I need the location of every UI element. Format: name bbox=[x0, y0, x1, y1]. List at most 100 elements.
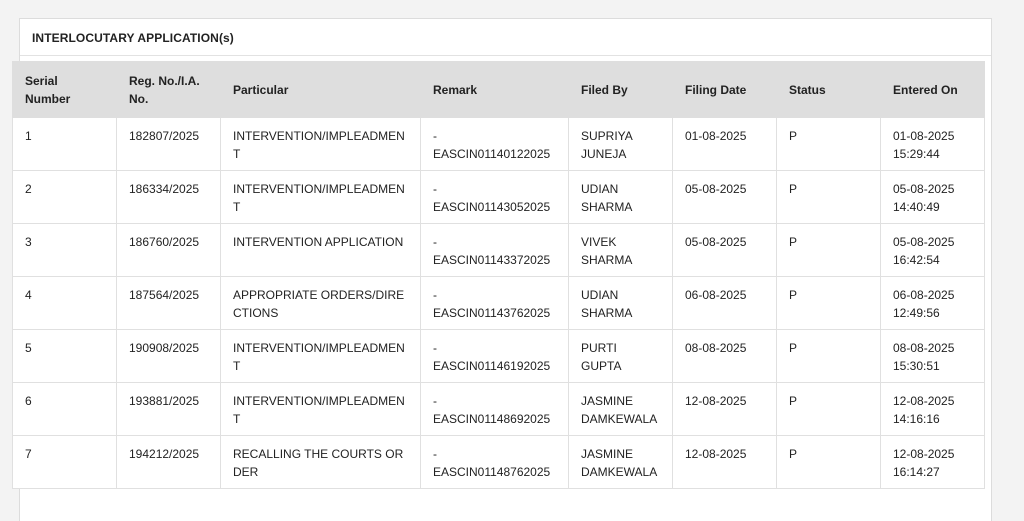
table-row: 5 190908/2025 INTERVENTION/IMPLEADMENT - EAS… bbox=[12, 329, 985, 383]
filing-date: 12-08-2025 bbox=[685, 394, 747, 408]
remark-code: EASCIN01143372025 bbox=[433, 253, 551, 267]
entered-time: 12:49:56 bbox=[893, 306, 940, 320]
filing-date: 01-08-2025 bbox=[685, 129, 747, 143]
cell-particular: INTERVENTION/IMPLEADMENT bbox=[220, 329, 421, 383]
remark-code: EASCIN01143052025 bbox=[433, 200, 551, 214]
cell-reg-no: 190908/2025 bbox=[116, 329, 221, 383]
cell-entered-on: 08-08-2025 15:30:51 bbox=[880, 329, 985, 383]
cell-status: P bbox=[776, 435, 881, 489]
table-header-row: Serial Number Reg. No./I.A. No. Particul… bbox=[12, 61, 985, 118]
cell-reg-no: 186760/2025 bbox=[116, 223, 221, 277]
header-serial-number: Serial Number bbox=[12, 61, 117, 118]
remark-dash: - bbox=[433, 235, 437, 249]
filing-date: 12-08-2025 bbox=[685, 447, 747, 461]
cell-remark: - EASCIN01148762025 bbox=[420, 435, 569, 489]
filed-by: UDIAN SHARMA bbox=[581, 288, 633, 320]
entered-date: 12-08-2025 bbox=[893, 447, 955, 461]
cell-filed-by: UDIAN SHARMA bbox=[568, 170, 673, 224]
cell-entered-on: 12-08-2025 16:14:27 bbox=[880, 435, 985, 489]
cell-filing-date: 08-08-2025 bbox=[672, 329, 777, 383]
entered-time: 14:40:49 bbox=[893, 200, 940, 214]
filed-by: JASMINE DAMKEWALA bbox=[581, 394, 658, 426]
cell-serial-number: 3 bbox=[12, 223, 117, 277]
cell-serial-number: 2 bbox=[12, 170, 117, 224]
cell-filing-date: 06-08-2025 bbox=[672, 276, 777, 330]
filed-by: JASMINE DAMKEWALA bbox=[581, 447, 658, 479]
section-title: INTERLOCUTARY APPLICATION(s) bbox=[20, 19, 991, 56]
reg-no: 186760/2025 bbox=[129, 235, 200, 249]
status: P bbox=[789, 447, 798, 461]
status: P bbox=[789, 129, 798, 143]
entered-time: 15:29:44 bbox=[893, 147, 940, 161]
filed-by: VIVEK SHARMA bbox=[581, 235, 633, 267]
table-row: 6 193881/2025 INTERVENTION/IMPLEADMENT - EAS… bbox=[12, 382, 985, 436]
remark-code: EASCIN01140122025 bbox=[433, 147, 551, 161]
serial-number: 3 bbox=[25, 235, 32, 249]
entered-time: 14:16:16 bbox=[893, 412, 940, 426]
cell-reg-no: 186334/2025 bbox=[116, 170, 221, 224]
entered-time: 16:42:54 bbox=[893, 253, 940, 267]
cell-status: P bbox=[776, 276, 881, 330]
remark-dash: - bbox=[433, 129, 437, 143]
filed-by: UDIAN SHARMA bbox=[581, 182, 633, 214]
particular: RECALLING THE COURTS ORDER bbox=[233, 447, 404, 479]
entered-date: 05-08-2025 bbox=[893, 235, 955, 249]
entered-date: 01-08-2025 bbox=[893, 129, 955, 143]
status: P bbox=[789, 182, 798, 196]
cell-remark: - EASCIN01148692025 bbox=[420, 382, 569, 436]
cell-filing-date: 05-08-2025 bbox=[672, 223, 777, 277]
remark-code: EASCIN01146192025 bbox=[433, 359, 551, 373]
cell-filed-by: SUPRIYA JUNEJA bbox=[568, 117, 673, 171]
particular: INTERVENTION/IMPLEADMENT bbox=[233, 341, 405, 373]
particular: INTERVENTION/IMPLEADMENT bbox=[233, 394, 405, 426]
table-row: 3 186760/2025 INTERVENTION APPLICATION - EAS… bbox=[12, 223, 985, 277]
reg-no: 194212/2025 bbox=[129, 447, 200, 461]
remark-code: EASCIN01143762025 bbox=[433, 306, 551, 320]
cell-status: P bbox=[776, 329, 881, 383]
cell-remark: - EASCIN01143372025 bbox=[420, 223, 569, 277]
cell-particular: INTERVENTION APPLICATION bbox=[220, 223, 421, 277]
remark-code: EASCIN01148692025 bbox=[433, 412, 551, 426]
cell-entered-on: 05-08-2025 14:40:49 bbox=[880, 170, 985, 224]
cell-particular: INTERVENTION/IMPLEADMENT bbox=[220, 170, 421, 224]
cell-serial-number: 7 bbox=[12, 435, 117, 489]
ia-table-container: Serial Number Reg. No./I.A. No. Particul… bbox=[12, 61, 985, 489]
cell-remark: - EASCIN01140122025 bbox=[420, 117, 569, 171]
cell-filing-date: 01-08-2025 bbox=[672, 117, 777, 171]
cell-filed-by: VIVEK SHARMA bbox=[568, 223, 673, 277]
serial-number: 1 bbox=[25, 129, 32, 143]
cell-remark: - EASCIN01143052025 bbox=[420, 170, 569, 224]
reg-no: 186334/2025 bbox=[129, 182, 200, 196]
entered-time: 15:30:51 bbox=[893, 359, 940, 373]
table-body: 1 182807/2025 INTERVENTION/IMPLEADMENT - EAS… bbox=[12, 117, 985, 489]
filed-by: PURTI GUPTA bbox=[581, 341, 622, 373]
cell-entered-on: 05-08-2025 16:42:54 bbox=[880, 223, 985, 277]
entered-date: 06-08-2025 bbox=[893, 288, 955, 302]
remark-dash: - bbox=[433, 288, 437, 302]
cell-filed-by: PURTI GUPTA bbox=[568, 329, 673, 383]
cell-particular: INTERVENTION/IMPLEADMENT bbox=[220, 117, 421, 171]
serial-number: 5 bbox=[25, 341, 32, 355]
particular: INTERVENTION/IMPLEADMENT bbox=[233, 182, 405, 214]
cell-serial-number: 6 bbox=[12, 382, 117, 436]
header-status: Status bbox=[776, 61, 881, 118]
ia-table: Serial Number Reg. No./I.A. No. Particul… bbox=[12, 61, 985, 489]
header-particular: Particular bbox=[220, 61, 421, 118]
entered-date: 05-08-2025 bbox=[893, 182, 955, 196]
cell-remark: - EASCIN01143762025 bbox=[420, 276, 569, 330]
cell-reg-no: 193881/2025 bbox=[116, 382, 221, 436]
filing-date: 08-08-2025 bbox=[685, 341, 747, 355]
filing-date: 05-08-2025 bbox=[685, 182, 747, 196]
header-filing-date: Filing Date bbox=[672, 61, 777, 118]
filed-by: SUPRIYA JUNEJA bbox=[581, 129, 633, 161]
cell-remark: - EASCIN01146192025 bbox=[420, 329, 569, 383]
table-row: 4 187564/2025 APPROPRIATE ORDERS/DIRECTION… bbox=[12, 276, 985, 330]
cell-reg-no: 182807/2025 bbox=[116, 117, 221, 171]
header-reg-no: Reg. No./I.A. No. bbox=[116, 61, 221, 118]
cell-filing-date: 12-08-2025 bbox=[672, 382, 777, 436]
serial-number: 4 bbox=[25, 288, 32, 302]
cell-particular: APPROPRIATE ORDERS/DIRECTIONS bbox=[220, 276, 421, 330]
cell-serial-number: 5 bbox=[12, 329, 117, 383]
remark-dash: - bbox=[433, 394, 437, 408]
entered-time: 16:14:27 bbox=[893, 465, 940, 479]
